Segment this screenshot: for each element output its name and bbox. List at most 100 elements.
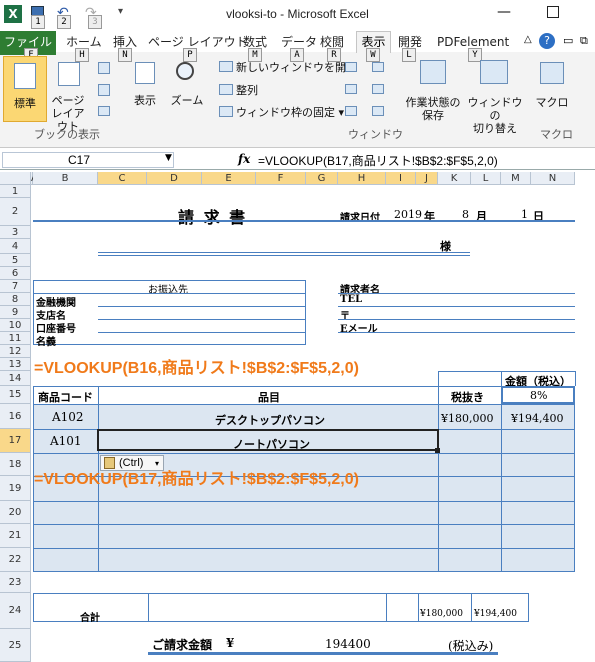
select-all-corner[interactable]: [0, 172, 31, 185]
group-book-view: ブックの表示: [34, 128, 100, 141]
tab-page-layout[interactable]: ページ レイアウト: [148, 34, 248, 50]
fx-icon[interactable]: fx: [238, 152, 250, 166]
hide-icon[interactable]: [345, 84, 357, 94]
save-workspace-button[interactable]: 作業状態の 保存: [400, 96, 466, 122]
req-line-1: [338, 293, 575, 294]
minimize-button[interactable]: —: [497, 4, 511, 20]
show-button[interactable]: 表示: [128, 94, 162, 107]
keytip-view: W: [366, 48, 380, 62]
col-header-f[interactable]: F: [256, 172, 306, 185]
col-header-g[interactable]: G: [306, 172, 338, 185]
row-header-2[interactable]: 2: [0, 198, 31, 226]
macro-button[interactable]: マクロ: [532, 96, 572, 109]
formula-input[interactable]: =VLOOKUP(B17,商品リスト!$B$2:$F$5,2,0): [258, 152, 498, 169]
req-line-4: [338, 332, 575, 333]
unhide-icon[interactable]: [345, 106, 357, 116]
tbl-h-20: [33, 501, 575, 502]
side-by-side-icon[interactable]: [372, 62, 384, 72]
tbl-h-22: [33, 548, 575, 549]
split-icon[interactable]: [345, 62, 357, 72]
switch-window-button[interactable]: ウィンドウの 切り替え: [465, 96, 525, 135]
grand-value: 194400: [325, 637, 371, 651]
overlay-formula-2: =VLOOKUP(B17,商品リスト!$B$2:$F$5,2,0): [34, 471, 359, 488]
col-header-d[interactable]: D: [147, 172, 202, 185]
row-header-13[interactable]: 13: [0, 358, 31, 371]
save-workspace-icon: [420, 60, 446, 84]
tax-rate-value: 8%: [530, 389, 548, 402]
new-window-icon: [219, 61, 233, 72]
col-header-n[interactable]: N: [531, 172, 575, 185]
col-header-m[interactable]: M: [501, 172, 531, 185]
col-header-l[interactable]: L: [471, 172, 501, 185]
col-header-j[interactable]: J: [416, 172, 438, 185]
name-box-dropdown-icon[interactable]: ▼: [165, 153, 172, 163]
normal-view-button[interactable]: 標準: [3, 56, 47, 122]
total-amount: ¥194,400: [474, 609, 517, 619]
arrange-icon: [219, 84, 233, 95]
page-break-icon[interactable]: [98, 62, 110, 74]
zoom-button[interactable]: ズーム: [168, 94, 206, 107]
sync-scroll-icon[interactable]: [372, 84, 384, 94]
row-header-23[interactable]: 23: [0, 572, 31, 593]
total-v-3: [418, 593, 419, 622]
row-header-3[interactable]: 3: [0, 226, 31, 239]
row-header-20[interactable]: 20: [0, 501, 31, 524]
row-header-14[interactable]: 14: [0, 371, 31, 386]
row-header-21[interactable]: 21: [0, 524, 31, 548]
col-header-i[interactable]: I: [386, 172, 416, 185]
row-header-18[interactable]: 18: [0, 453, 31, 476]
col-header-b[interactable]: B: [33, 172, 98, 185]
help-icon[interactable]: ?: [539, 33, 555, 49]
col-header-c[interactable]: C: [98, 172, 147, 185]
fullscreen-icon[interactable]: [98, 106, 110, 116]
ribbon-minimize-icon[interactable]: △: [524, 34, 532, 45]
row-header-4[interactable]: 4: [0, 239, 31, 254]
req-label-1: TEL: [340, 294, 363, 305]
tbl-v-2: [438, 371, 439, 572]
row-header-25[interactable]: 25: [0, 629, 31, 662]
bank-line-2: [98, 306, 306, 307]
show-icon: [135, 62, 155, 84]
arrange-button[interactable]: 整列: [236, 84, 258, 98]
row-header-7[interactable]: 7: [0, 280, 31, 293]
fill-handle[interactable]: [435, 448, 440, 453]
row-header-10[interactable]: 10: [0, 319, 31, 332]
row-header-16[interactable]: 16: [0, 404, 31, 429]
row-header-12[interactable]: 12: [0, 345, 31, 358]
row-header-8[interactable]: 8: [0, 293, 31, 306]
row16-amount: ¥194,400: [511, 412, 564, 425]
wb-restore-icon[interactable]: ⧉: [580, 34, 588, 48]
name-box-value: C17: [68, 153, 91, 167]
row-header-15[interactable]: 15: [0, 386, 31, 404]
keytip-insert: N: [118, 48, 132, 62]
overlay-formula-1: =VLOOKUP(B16,商品リスト!$B$2:$F$5,2,0): [34, 360, 359, 377]
row-header-17[interactable]: 17: [0, 429, 31, 453]
col-header-e[interactable]: E: [202, 172, 256, 185]
row-header-6[interactable]: 6: [0, 267, 31, 280]
row-header-19[interactable]: 19: [0, 476, 31, 501]
row-header-5[interactable]: 5: [0, 254, 31, 267]
row-header-9[interactable]: 9: [0, 306, 31, 319]
row-header-1[interactable]: 1: [0, 185, 31, 198]
row-header-11[interactable]: 11: [0, 332, 31, 345]
maximize-button[interactable]: [547, 6, 559, 18]
tab-file-label: ファイル: [3, 35, 52, 49]
reset-position-icon[interactable]: [372, 106, 384, 116]
col-header-k[interactable]: K: [438, 172, 471, 185]
zoom-icon: [176, 62, 194, 80]
row17-item: ノートパソコン: [233, 438, 310, 451]
freeze-panes-button[interactable]: ウィンドウ枠の固定 ▾: [236, 106, 344, 120]
header-item: 品目: [258, 391, 280, 404]
col-header-h[interactable]: H: [338, 172, 386, 185]
row-header-24[interactable]: 24: [0, 593, 31, 629]
grand-yen: ¥: [226, 636, 235, 650]
keytip-review: R: [327, 48, 341, 62]
row-header-22[interactable]: 22: [0, 548, 31, 572]
macro-icon: [540, 62, 564, 84]
custom-view-icon[interactable]: [98, 84, 110, 96]
keytip-data: A: [290, 48, 304, 62]
grand-label: ご請求金額: [152, 638, 213, 652]
wb-minimize-icon[interactable]: ▭: [563, 34, 573, 47]
new-window-button[interactable]: 新しいウィンドウを開く: [236, 61, 357, 75]
group-macro: マクロ: [540, 128, 573, 141]
